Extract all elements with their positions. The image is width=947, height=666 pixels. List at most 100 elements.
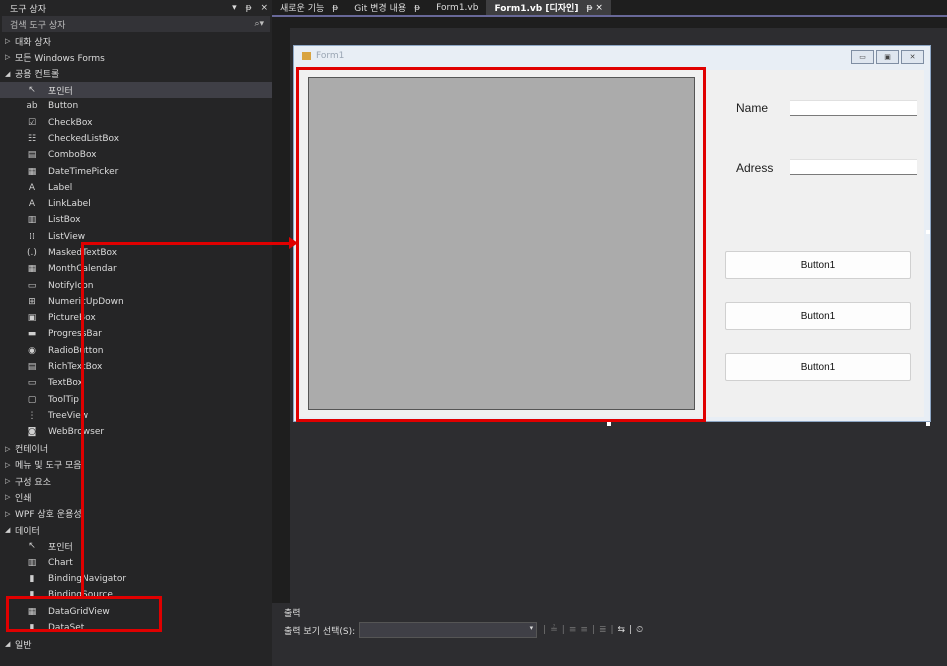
collapsed-triangle-icon[interactable]: ▷	[5, 461, 15, 469]
expanded-triangle-icon[interactable]: ◢	[5, 640, 15, 648]
toolbox-item[interactable]: ▭ NotifyIcon	[0, 277, 272, 293]
toolbox-category[interactable]: ▷ WPF 상호 운용성	[0, 506, 272, 522]
toolbox-item[interactable]: A Label	[0, 180, 272, 196]
pin-icon[interactable]: ᵽ	[414, 3, 420, 13]
toolbox-item[interactable]: ⋮ TreeView	[0, 408, 272, 424]
toolbox-item[interactable]: ▤ ComboBox	[0, 147, 272, 163]
toolbox-tree: ▷ 대화 상자 ▷ 모든 Windows Forms ◢ 공용 컨트롤 ↖ 포인터 ab Butt…	[0, 33, 272, 652]
toolbox-item[interactable]: ▭ TextBox	[0, 375, 272, 391]
output-toolbar-icon[interactable]: ⇆	[618, 625, 630, 635]
toolbox-category[interactable]: ▷ 컨테이너	[0, 440, 272, 456]
toolbox-item-label: TextBox	[48, 378, 83, 389]
output-toolbar-icon[interactable]: ≡	[569, 625, 581, 635]
minimize-icon[interactable]: ▭	[851, 50, 874, 64]
pin-icon[interactable]: ᵽ ×	[586, 3, 602, 13]
toolbox-category[interactable]: ▷ 인쇄	[0, 489, 272, 505]
name-textbox[interactable]	[790, 100, 917, 116]
toolbox-search-input[interactable]: 검색 도구 상자 ⌕▾	[2, 16, 270, 32]
button1-first[interactable]: Button1	[725, 251, 911, 279]
toolbox-category[interactable]: ◢ 공용 컨트롤	[0, 66, 272, 82]
control-icon: ▣	[27, 313, 37, 324]
toolbox-item[interactable]: ▦MonthCalendar	[0, 261, 272, 277]
control-icon: ☑	[27, 117, 37, 128]
name-label: Name	[736, 101, 769, 115]
expanded-triangle-icon[interactable]: ◢	[5, 526, 15, 534]
output-toolbar-icons: |≟|≡≡|≣|⇆|⏲	[543, 625, 647, 635]
close-icon[interactable]: ×	[260, 3, 268, 13]
toolbox-item[interactable]: ▣ PictureBox	[0, 310, 272, 326]
button1-second[interactable]: Button1	[725, 302, 911, 330]
annotation-arrow-line	[81, 242, 291, 245]
toolbox-item-label: RadioButton	[48, 345, 104, 356]
toolbox-item-label: 메뉴 및 도구 모음	[15, 461, 82, 472]
expanded-triangle-icon[interactable]: ◢	[5, 70, 15, 78]
toolbox-category[interactable]: ◢ 일반	[0, 636, 272, 652]
annotation-arrow-shaft	[81, 242, 84, 599]
pin-icon[interactable]: ᵽ	[246, 3, 252, 13]
control-icon: ▢	[27, 394, 37, 405]
toolbox-item[interactable]: ↖ 포인터	[0, 81, 272, 99]
pin-icon[interactable]: ᵽ	[332, 3, 338, 13]
collapsed-triangle-icon[interactable]: ▷	[5, 37, 15, 45]
toolbox-item-label: 컨테이너	[15, 445, 49, 456]
output-toolbar-icon[interactable]: ≟	[550, 625, 562, 635]
control-icon: A	[28, 199, 36, 210]
toolbox-item[interactable]: ▮ BindingNavigator	[0, 571, 272, 587]
toolbox-item[interactable]: ☑ CheckBox	[0, 114, 272, 130]
toolbox-category[interactable]: ▷ 모든 Windows Forms	[0, 49, 272, 65]
toolbox-item[interactable]: ▢ ToolTip	[0, 392, 272, 408]
control-icon: ⁞⁞	[29, 231, 35, 242]
document-tab[interactable]: Form1.vb [디자인] ᵽ ×	[486, 0, 611, 15]
resize-handle-right[interactable]	[926, 230, 930, 234]
toolbox-item-label: NumericUpDown	[48, 296, 124, 307]
document-tab[interactable]: Form1.vb	[428, 0, 486, 15]
toolbox-item[interactable]: ▬ ProgressBar	[0, 326, 272, 342]
collapsed-triangle-icon[interactable]: ▷	[5, 53, 15, 61]
toolbox-item[interactable]: (.)MaskedTextBox	[0, 245, 272, 261]
chevron-down-icon: ▾	[529, 624, 534, 632]
search-icon[interactable]: ⌕▾	[254, 19, 264, 29]
toolbox-item[interactable]: ▦ DateTimePicker	[0, 163, 272, 179]
toolbox-item[interactable]: ☷ CheckedListBox	[0, 131, 272, 147]
button1-third[interactable]: Button1	[725, 353, 911, 381]
output-source-select[interactable]: ▾	[359, 622, 538, 638]
document-tab[interactable]: 새로운 기능 ᵽ	[272, 0, 346, 15]
toolbox-item[interactable]: ◙ WebBrowser	[0, 424, 272, 440]
address-textbox[interactable]	[790, 159, 917, 175]
toolbox-item[interactable]: ⊞ NumericUpDown	[0, 294, 272, 310]
maximize-icon[interactable]: ▣	[876, 50, 899, 64]
toolbox-item[interactable]: ◉ RadioButton	[0, 343, 272, 359]
toolbox-item[interactable]: ↖ 포인터	[0, 538, 272, 554]
toolbox-item[interactable]: ▥ ListBox	[0, 212, 272, 228]
toolbox-item[interactable]: ▥ Chart	[0, 555, 272, 571]
toolbox-item-label: 일반	[15, 640, 32, 651]
resize-handle-bottom[interactable]	[607, 422, 611, 426]
toolbox-item[interactable]: ab Button	[0, 98, 272, 114]
collapsed-triangle-icon[interactable]: ▷	[5, 510, 15, 518]
collapsed-triangle-icon[interactable]: ▷	[5, 477, 15, 485]
dropdown-icon[interactable]: ▾	[232, 3, 237, 13]
collapsed-triangle-icon[interactable]: ▷	[5, 493, 15, 501]
output-toolbar-icon[interactable]: ⏲	[636, 625, 647, 635]
output-toolbar-icon[interactable]: ≣	[599, 625, 611, 635]
toolbox-category[interactable]: ▷ 구성 요소	[0, 473, 272, 489]
toolbox-item-label: ListView	[48, 231, 86, 242]
toolbox-category[interactable]: ▷ 메뉴 및 도구 모음	[0, 457, 272, 473]
toolbox-item-label: 포인터	[48, 542, 73, 553]
close-icon[interactable]: ✕	[901, 50, 924, 64]
resize-handle-corner[interactable]	[926, 422, 930, 426]
toolbox-item[interactable]: A LinkLabel	[0, 196, 272, 212]
document-tab[interactable]: Git 변경 내용 ᵽ	[346, 0, 428, 15]
toolbox-category[interactable]: ▷ 대화 상자	[0, 33, 272, 49]
output-toolbar-icon[interactable]: ≡	[580, 625, 592, 635]
toolbox-item[interactable]: ▤ RichTextBox	[0, 359, 272, 375]
toolbox-item-label: Button	[48, 101, 79, 112]
control-icon: ▤	[27, 362, 37, 373]
toolbox-item-label: Label	[48, 182, 73, 193]
toolbox-item-label: ProgressBar	[48, 329, 102, 340]
control-icon: ↖	[28, 541, 36, 552]
collapsed-triangle-icon[interactable]: ▷	[5, 445, 15, 453]
tab-label: Git 변경 내용	[354, 4, 407, 14]
toolbox-category[interactable]: ◢ 데이터	[0, 522, 272, 538]
toolbox-item-label: WebBrowser	[48, 427, 105, 438]
